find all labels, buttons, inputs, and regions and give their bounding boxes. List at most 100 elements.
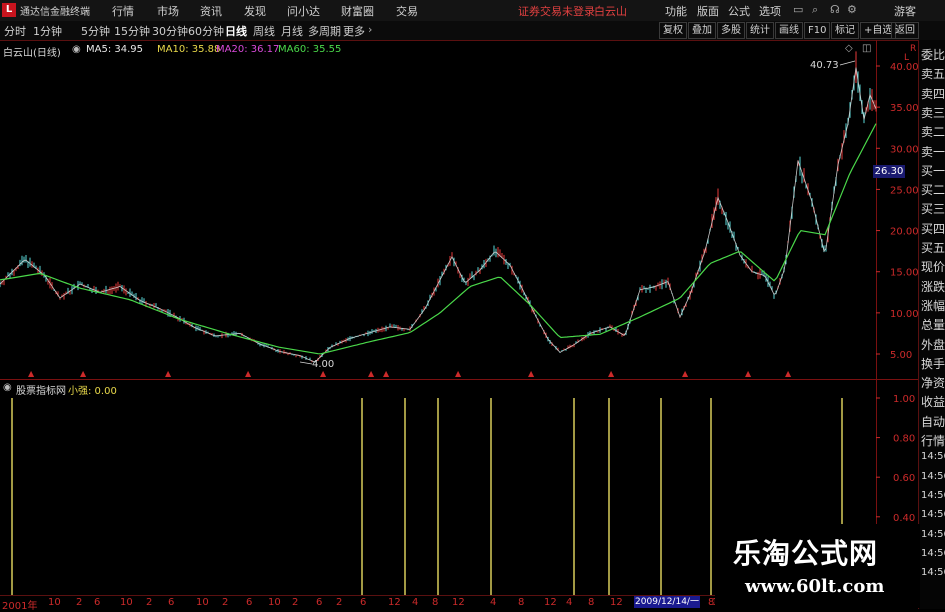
mark-button[interactable]: 标记 [831, 22, 859, 39]
tab-30min[interactable]: 30分钟 [152, 23, 188, 39]
y-axis-ticks: 40.00 35.00 30.00 25.00 20.00 15.00 10.00 5.00 [876, 62, 918, 361]
menu-news[interactable]: 资讯 [200, 3, 222, 19]
menu-trade[interactable]: 交易 [396, 3, 418, 19]
chart-title: 白云山(日线) [3, 48, 61, 59]
tab-multi-period[interactable]: 多周期 [308, 23, 341, 39]
search-icon[interactable]: ⌕ [812, 3, 818, 17]
statistics-button[interactable]: 统计 [746, 22, 774, 39]
ma60-series [0, 123, 877, 355]
event-marker: ▲ [80, 369, 87, 378]
date-label: 12 [544, 597, 557, 608]
info-row: 涨幅 [921, 298, 945, 313]
date-label: 12 [388, 597, 401, 608]
date-label: 2 [292, 597, 299, 608]
low-price-pointer [299, 361, 313, 365]
menu-discover[interactable]: 发现 [244, 3, 266, 19]
high-price-pointer [839, 60, 856, 66]
date-label: 6 [316, 597, 323, 608]
tab-5min[interactable]: 5分钟 [81, 23, 110, 39]
back-button[interactable]: 返回 [891, 22, 919, 39]
high-price-label: 40.73 [810, 60, 839, 71]
ma5-line [0, 67, 877, 363]
date-label: 10 [196, 597, 209, 608]
legend-dot-icon[interactable]: ◉ [72, 44, 81, 55]
guest-label[interactable]: 游客 [894, 3, 916, 19]
tab-1min[interactable]: 1分钟 [33, 23, 62, 39]
indicator-toggle-icon[interactable]: ◉ [3, 382, 12, 393]
tab-intraday[interactable]: 分时 [4, 23, 26, 39]
window-icon[interactable]: ◫ [862, 43, 871, 54]
tab-monthly[interactable]: 月线 [281, 23, 303, 39]
y-tick-label: 5.00 [890, 350, 912, 361]
menu-market[interactable]: 市场 [157, 3, 179, 19]
chevron-right-icon[interactable]: › [368, 23, 372, 36]
event-marker: ▲ [785, 369, 792, 378]
collapse-icon[interactable]: ◇ [845, 43, 853, 54]
ma60-legend: MA60: 35.55 [278, 44, 342, 55]
date-label: 6 [360, 597, 367, 608]
tab-daily[interactable]: 日线 [225, 23, 247, 39]
indicator-name: 股票指标网 [16, 386, 66, 397]
event-marker: ▲ [320, 369, 327, 378]
tab-weekly[interactable]: 周线 [253, 23, 275, 39]
indicator-value: 小强: 0.00 [68, 386, 117, 397]
tab-60min[interactable]: 60分钟 [188, 23, 224, 39]
date-label: 4 [490, 597, 497, 608]
ma60-line [0, 123, 877, 355]
event-marker: ▲ [455, 369, 462, 378]
info-row: 买三 [921, 202, 945, 217]
date-label: 2 [336, 597, 343, 608]
menu-ask[interactable]: 问小达 [287, 3, 320, 19]
info-row: 14:56 [921, 547, 945, 559]
y-tick-label: 30.00 [890, 144, 918, 155]
date-label: 10 [120, 597, 133, 608]
info-row: 自动 [921, 414, 945, 429]
date-label: 8 [588, 597, 595, 608]
menu-layout[interactable]: 版面 [697, 3, 719, 19]
minimize-icon[interactable]: ▭ [793, 3, 803, 16]
indicator-y-ticks: 1.00 0.80 0.60 0.40 [876, 394, 915, 524]
f10-button[interactable]: F10 [804, 22, 831, 39]
date-label: 2001年 [2, 601, 38, 612]
settings-icon[interactable]: ⚙ [847, 3, 857, 16]
multi-stock-button[interactable]: 多股 [717, 22, 745, 39]
date-label: 2 [222, 597, 229, 608]
login-status[interactable]: 证券交易未登录 [518, 3, 595, 19]
corner-label-l: L [904, 53, 909, 63]
menu-quotes[interactable]: 行情 [112, 3, 134, 19]
menu-bar: L 通达信金融终端 行情 市场 资讯 发现 问小达 财富圈 交易 证券交易未登录… [0, 0, 945, 22]
price-series [0, 51, 877, 363]
info-row: 卖二 [921, 125, 945, 140]
menu-function[interactable]: 功能 [665, 3, 687, 19]
headset-icon[interactable]: ☊ [830, 3, 840, 16]
info-row: 外盘 [921, 337, 945, 352]
draw-line-button[interactable]: 画线 [775, 22, 803, 39]
stock-name-header: 白云山 [594, 5, 627, 18]
price-chart[interactable]: 40.0035.0030.0025.0020.0015.0010.005.00 … [0, 40, 918, 380]
tab-more[interactable]: 更多 [343, 23, 365, 39]
info-row: 换手 [921, 356, 945, 371]
tab-15min[interactable]: 15分钟 [114, 23, 150, 39]
info-row: 委比 [921, 48, 945, 62]
low-price-label: 4.00 [312, 359, 334, 370]
info-row: 买四 [921, 221, 945, 236]
app-title: 通达信金融终端 [20, 7, 90, 18]
info-row: 行情 [921, 434, 945, 448]
period-toolbar: 分时 1分钟 5分钟 15分钟 30分钟 60分钟 日线 周线 月线 多周期 更… [0, 21, 945, 41]
overlay-button[interactable]: 叠加 [688, 22, 716, 39]
date-label: 10 [48, 597, 61, 608]
corner-label-r: R [910, 44, 916, 54]
event-marker: ▲ [745, 369, 752, 378]
event-marker: ▲ [28, 369, 35, 378]
date-label: 8 [518, 597, 525, 608]
y-tick-label: 35.00 [890, 103, 918, 114]
current-price-flag: 26.30 [873, 165, 905, 178]
menu-wealth[interactable]: 财富圈 [341, 3, 374, 19]
quote-info-panel: 委比 卖五 卖四 卖三 卖二 卖一 买一 买二 买三 买四 买五 现价 涨跌 涨幅 总量 外盘 换手 净资 收益 自动… [918, 40, 945, 609]
event-marker: ▲ [682, 369, 689, 378]
date-label: 2 [76, 597, 83, 608]
adjust-button[interactable]: 复权 [659, 22, 687, 39]
menu-options[interactable]: 选项 [759, 3, 781, 19]
menu-formula[interactable]: 公式 [728, 3, 750, 19]
ind-tick-label: 0.60 [893, 473, 915, 484]
